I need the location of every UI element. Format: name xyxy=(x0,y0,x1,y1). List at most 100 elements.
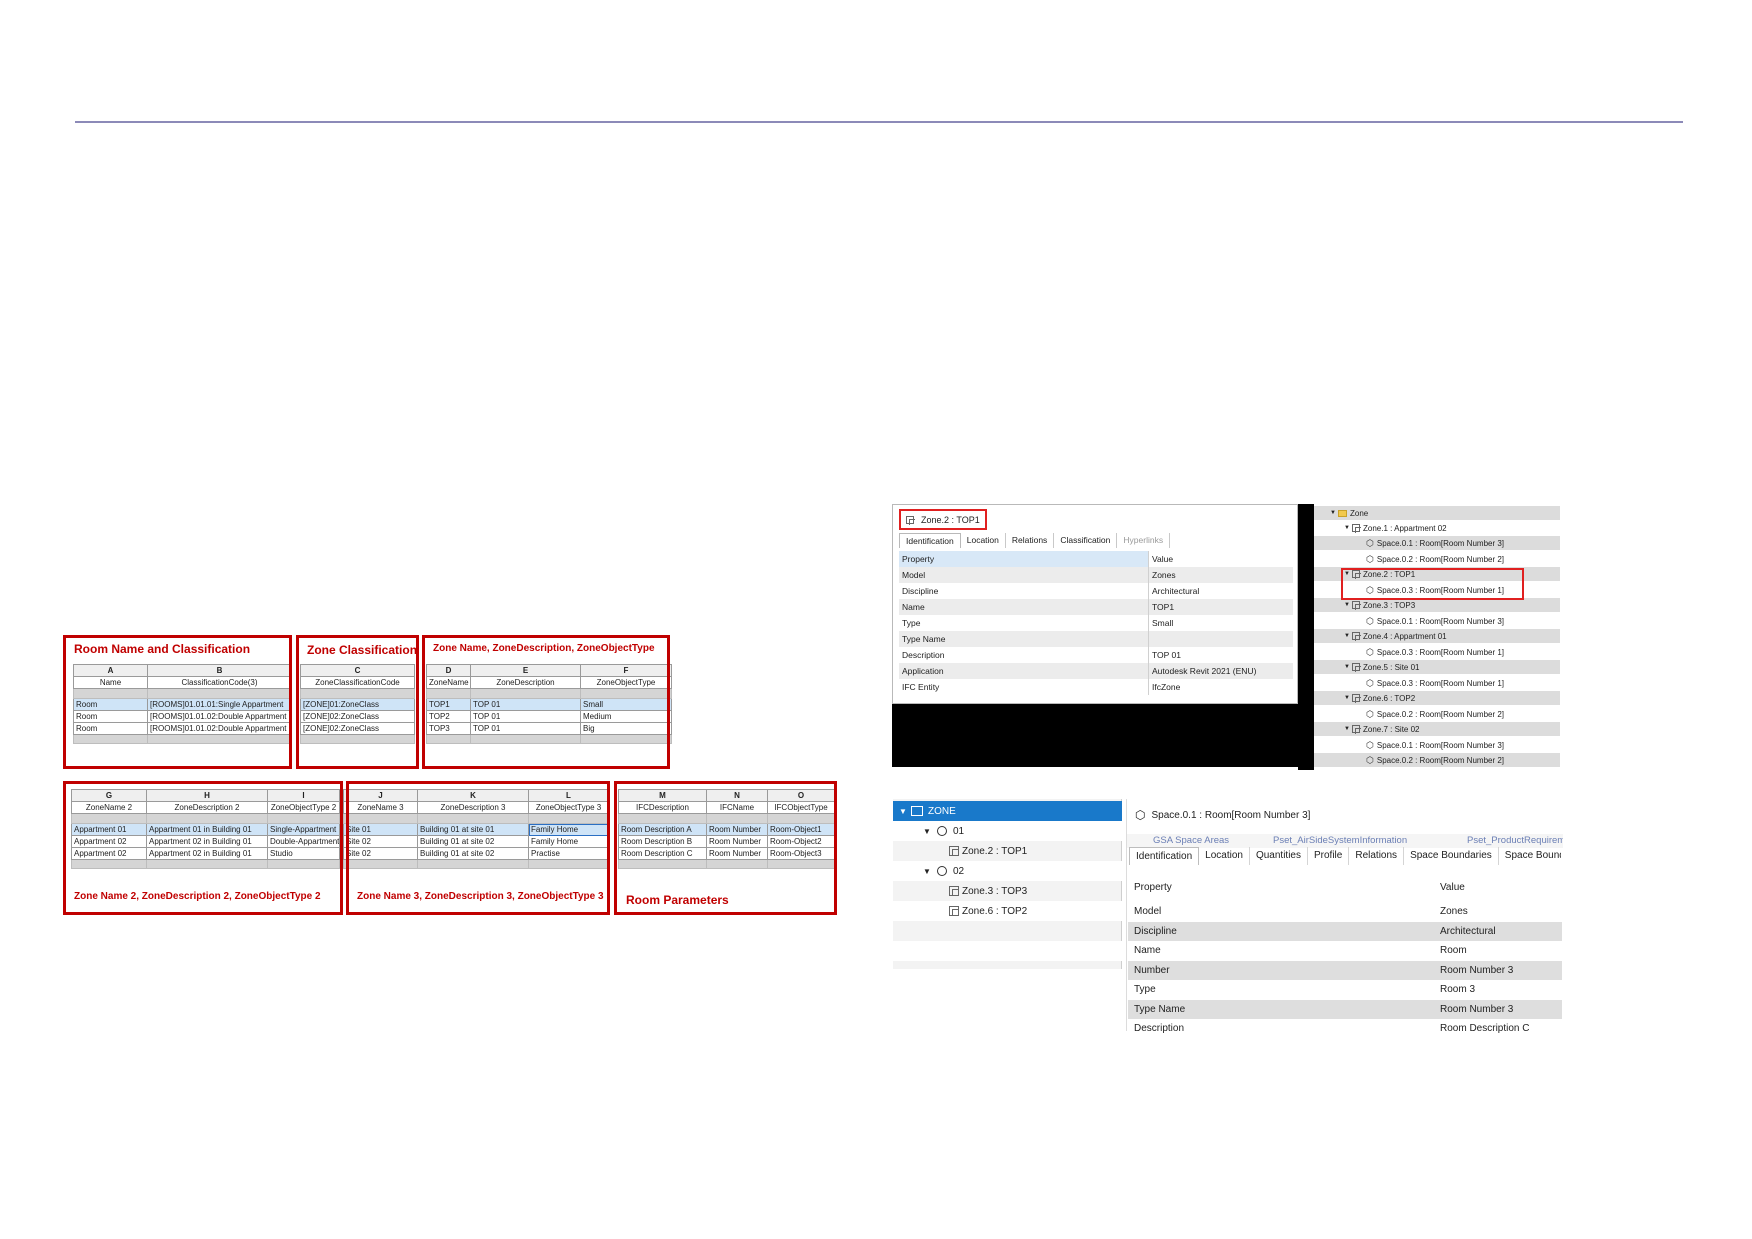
property-row[interactable]: Type Small xyxy=(899,615,1293,631)
column-header-value[interactable]: Value xyxy=(1149,554,1173,564)
property-key: Number xyxy=(1134,964,1170,976)
property-row[interactable]: Description Room Description C xyxy=(1128,1019,1562,1039)
pset-tab[interactable]: Pset_AirSideSystemInformation xyxy=(1273,835,1407,846)
property-key: Name xyxy=(1134,945,1161,957)
tree-item-label: 02 xyxy=(953,865,965,877)
tree-item-label: Space.0.2 : Room[Room Number 2] xyxy=(1376,709,1505,719)
annotation-zone-name-3: Zone Name 3, ZoneDescription 3, ZoneObje… xyxy=(357,891,604,902)
folder-icon xyxy=(1338,509,1347,517)
tab-profile[interactable]: Profile xyxy=(1308,847,1350,865)
tab-relations[interactable]: Relations xyxy=(1349,847,1405,865)
collapse-caret-icon[interactable]: ▼ xyxy=(1328,510,1338,516)
cube-icon: ⬡ xyxy=(1366,677,1374,688)
property-row[interactable]: Model Zones xyxy=(899,567,1293,583)
collapse-caret-icon[interactable]: ▼ xyxy=(1342,664,1352,670)
property-row[interactable]: Type Name xyxy=(899,631,1293,647)
tree-item[interactable]: ⬡ Space.0.1 : Room[Room Number 3] xyxy=(1314,614,1560,628)
collapse-caret-icon[interactable]: ▼ xyxy=(1342,525,1352,531)
collapse-caret-icon[interactable]: ▼ xyxy=(1342,695,1352,701)
cube-icon: ⬡ xyxy=(1135,808,1146,822)
property-row[interactable]: Type Room 3 xyxy=(1128,980,1562,1000)
tree-item-label: Space.0.1 : Room[Room Number 3] xyxy=(1376,538,1505,548)
tree-item[interactable]: ⬡ Space.0.2 : Room[Room Number 2] xyxy=(1314,753,1560,767)
zone-icon xyxy=(1352,694,1361,703)
tree-item[interactable]: ⬡ Space.0.1 : Room[Room Number 3] xyxy=(1314,738,1560,752)
zone-icon xyxy=(1352,663,1361,672)
property-value: Small xyxy=(1152,618,1174,628)
tab-hyperlinks[interactable]: Hyperlinks xyxy=(1117,533,1171,548)
collapse-caret-icon[interactable]: ▼ xyxy=(899,807,911,816)
column-header-property[interactable]: Property xyxy=(899,551,1149,567)
tree-item[interactable]: Zone.2 : TOP1 xyxy=(893,841,1122,861)
circle-icon xyxy=(937,866,947,876)
pset-tab[interactable]: Pset_ProductRequirements xyxy=(1467,835,1563,846)
zone-icon xyxy=(1352,524,1361,533)
collapse-caret-icon[interactable]: ▼ xyxy=(923,827,937,836)
annotation-room-name: Room Name and Classification xyxy=(74,642,251,656)
property-row[interactable]: Description TOP 01 xyxy=(899,647,1293,663)
tree-item[interactable]: ▼ Zone.4 : Appartment 01 xyxy=(1314,629,1560,643)
property-row[interactable]: Model Zones xyxy=(1128,902,1562,922)
tab-relations[interactable]: Relations xyxy=(1006,533,1055,548)
property-row[interactable]: Name Room xyxy=(1128,941,1562,961)
tree-item-label: Space.0.2 : Room[Room Number 2] xyxy=(1376,755,1505,765)
tree-item-group[interactable]: ▼ 02 xyxy=(893,861,1122,881)
property-key: Type Name xyxy=(1134,1003,1186,1015)
collapse-caret-icon[interactable]: ▼ xyxy=(923,867,937,876)
property-table-header: Property Value xyxy=(899,551,1293,567)
property-value: Room 3 xyxy=(1440,984,1476,996)
tab-space-boundaries[interactable]: Space Boundaries xyxy=(1404,847,1499,865)
tree-item[interactable]: ⬡ Space.0.3 : Room[Room Number 1] xyxy=(1314,645,1560,659)
zone-icon xyxy=(949,906,959,916)
tree-item[interactable]: ▼ Zone.5 : Site 01 xyxy=(1314,660,1560,674)
collapse-caret-icon[interactable]: ▼ xyxy=(1342,726,1352,732)
properties-tabs: Identification Location Relations Classi… xyxy=(899,533,1171,548)
collapse-caret-icon[interactable]: ▼ xyxy=(1342,633,1352,639)
dark-spacer xyxy=(1298,504,1314,770)
tree-item-label: Zone xyxy=(1350,508,1369,518)
tree-item[interactable]: Zone.3 : TOP3 xyxy=(893,881,1122,901)
property-row[interactable]: Name TOP1 xyxy=(899,599,1293,615)
property-key: Application xyxy=(899,663,1149,679)
pset-tab[interactable]: GSA Space Areas xyxy=(1153,835,1229,846)
property-row[interactable]: Number Room Number 3 xyxy=(1128,960,1562,980)
property-row[interactable]: Discipline Architectural xyxy=(1128,921,1562,941)
tree-item[interactable]: ⬡ Space.0.3 : Room[Room Number 1] xyxy=(1314,676,1560,690)
tab-identification[interactable]: Identification xyxy=(1129,847,1200,865)
tree-item[interactable]: ▼ Zone.1 : Appartment 02 xyxy=(1314,521,1560,535)
property-row[interactable]: Type Name Room Number 3 xyxy=(1128,999,1562,1019)
tree-item[interactable]: ▼ Zone.7 : Site 02 xyxy=(1314,722,1560,736)
selected-zone-title[interactable]: Zone.2 : TOP1 xyxy=(899,509,987,530)
column-header-property[interactable]: Property xyxy=(1128,882,1436,893)
cube-icon: ⬡ xyxy=(1366,739,1374,750)
tree-item[interactable]: ⬡ Space.0.2 : Room[Room Number 2] xyxy=(1314,552,1560,566)
tab-quantities[interactable]: Quantities xyxy=(1250,847,1308,865)
tab-classification[interactable]: Classification xyxy=(1054,533,1118,548)
tree-item-label: Zone.2 : TOP1 xyxy=(962,845,1028,857)
tree-item[interactable]: Zone.6 : TOP2 xyxy=(893,901,1122,921)
tree-item[interactable]: ▼ Zone xyxy=(1314,506,1560,520)
tree-item-root[interactable]: ▼ ZONE xyxy=(893,801,1122,821)
tree-item[interactable]: ▼ Zone.3 : TOP3 xyxy=(1314,598,1560,612)
tree-item-group[interactable]: ▼ 01 xyxy=(893,821,1122,841)
tree-item-label: Zone.4 : Appartment 01 xyxy=(1363,631,1447,641)
tree-item[interactable]: ⬡ Space.0.2 : Room[Room Number 2] xyxy=(1314,707,1560,721)
collapse-caret-icon[interactable]: ▼ xyxy=(1342,602,1352,608)
tree-item[interactable]: ⬡ Space.0.1 : Room[Room Number 3] xyxy=(1314,536,1560,550)
column-header-value[interactable]: Value xyxy=(1436,882,1465,893)
property-value: TOP 01 xyxy=(1152,650,1181,660)
property-row[interactable]: IFC Entity IfcZone xyxy=(899,679,1293,695)
tab-location[interactable]: Location xyxy=(1199,847,1250,865)
property-row[interactable]: Application Autodesk Revit 2021 (ENU) xyxy=(899,663,1293,679)
tree-item[interactable]: ▼ Zone.6 : TOP2 xyxy=(1314,691,1560,705)
property-key: Description xyxy=(899,647,1149,663)
slide-top-rule xyxy=(75,121,1683,123)
property-table: Property Value Model Zones Discipline Archi… xyxy=(899,551,1293,695)
annotation-zone-name-2: Zone Name 2, ZoneDescription 2, ZoneObje… xyxy=(74,891,321,902)
property-row[interactable]: Discipline Architectural xyxy=(899,583,1293,599)
property-key: IFC Entity xyxy=(899,679,1149,695)
tab-location[interactable]: Location xyxy=(961,533,1006,548)
tab-space-boundaries-2[interactable]: Space Boundaries xyxy=(1499,847,1561,865)
zone-icon xyxy=(949,886,959,896)
tab-identification[interactable]: Identification xyxy=(899,533,961,548)
